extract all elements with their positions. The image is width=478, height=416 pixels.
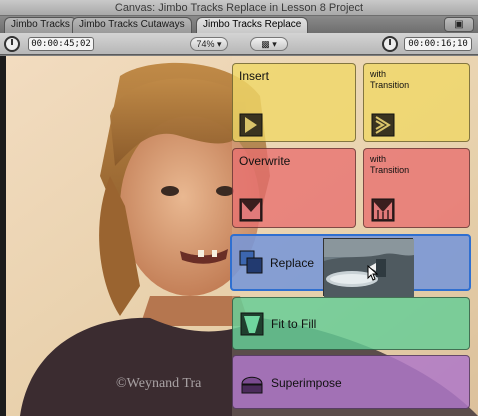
insert-icon (239, 113, 263, 137)
overwrite-label: Overwrite (239, 154, 291, 168)
duration-clock-icon (4, 36, 20, 52)
insert-overlay-section[interactable]: Insert (232, 63, 356, 142)
tab-label: Jimbo Tracks Replace (203, 19, 302, 30)
replace-label: Replace (270, 256, 315, 270)
overwrite-transition-label: Transition (370, 165, 410, 175)
tab-bar: Jimbo Tracks Jimbo Tracks Cutaways Jimbo… (0, 16, 478, 33)
overwrite-overlay-section[interactable]: Overwrite (232, 148, 356, 228)
view-popup[interactable]: ▩ ▾ (250, 37, 288, 51)
canvas-toolbar: 00:00:45;02 74% ▾ ▩ ▾ 00:00:16;10 (0, 33, 478, 55)
superimpose-overlay-section[interactable]: Superimpose (232, 355, 470, 409)
tab-jimbo-tracks-cutaways[interactable]: Jimbo Tracks Cutaways (72, 17, 192, 33)
overwrite-with-label: with (370, 154, 387, 164)
replace-icon (239, 250, 263, 274)
current-timecode-field[interactable]: 00:00:16;10 (404, 37, 472, 51)
insert-with-transition-overlay-section[interactable]: with Transition (363, 63, 470, 142)
insert-transition-label: Transition (370, 80, 410, 90)
window-title: Canvas: Jimbo Tracks Replace in Lesson 8… (114, 2, 364, 14)
fit-to-fill-label: Fit to Fill (271, 317, 317, 331)
tab-label: Jimbo Tracks Cutaways (79, 19, 185, 30)
insert-with-label: with (370, 69, 387, 79)
insert-label: Insert (239, 69, 270, 83)
overwrite-with-transition-icon (371, 198, 395, 222)
current-time-clock-icon (382, 36, 398, 52)
overwrite-icon (239, 198, 263, 222)
zoom-popup[interactable]: 74% ▾ (190, 37, 228, 51)
watermark-text: ©Weynand Tra (116, 376, 202, 391)
window-titlebar: Canvas: Jimbo Tracks Replace in Lesson 8… (0, 0, 478, 16)
superimpose-label: Superimpose (271, 376, 342, 390)
tab-label: Jimbo Tracks (11, 19, 70, 30)
tab-jimbo-tracks[interactable]: Jimbo Tracks (4, 17, 77, 33)
duration-timecode-field[interactable]: 00:00:45;02 (28, 37, 94, 51)
fit-to-fill-icon (240, 312, 264, 336)
tab-jimbo-tracks-replace[interactable]: Jimbo Tracks Replace (196, 17, 309, 33)
mouse-pointer-icon (367, 265, 379, 281)
view-icon: ▩ (261, 39, 270, 49)
overwrite-with-transition-overlay-section[interactable]: with Transition (363, 148, 470, 228)
camera-icon[interactable]: ▣ (444, 17, 474, 32)
superimpose-icon (241, 376, 263, 394)
fit-to-fill-overlay-section[interactable]: Fit to Fill (232, 297, 470, 350)
zoom-value: 74% (196, 39, 215, 49)
insert-with-transition-icon (371, 113, 395, 137)
